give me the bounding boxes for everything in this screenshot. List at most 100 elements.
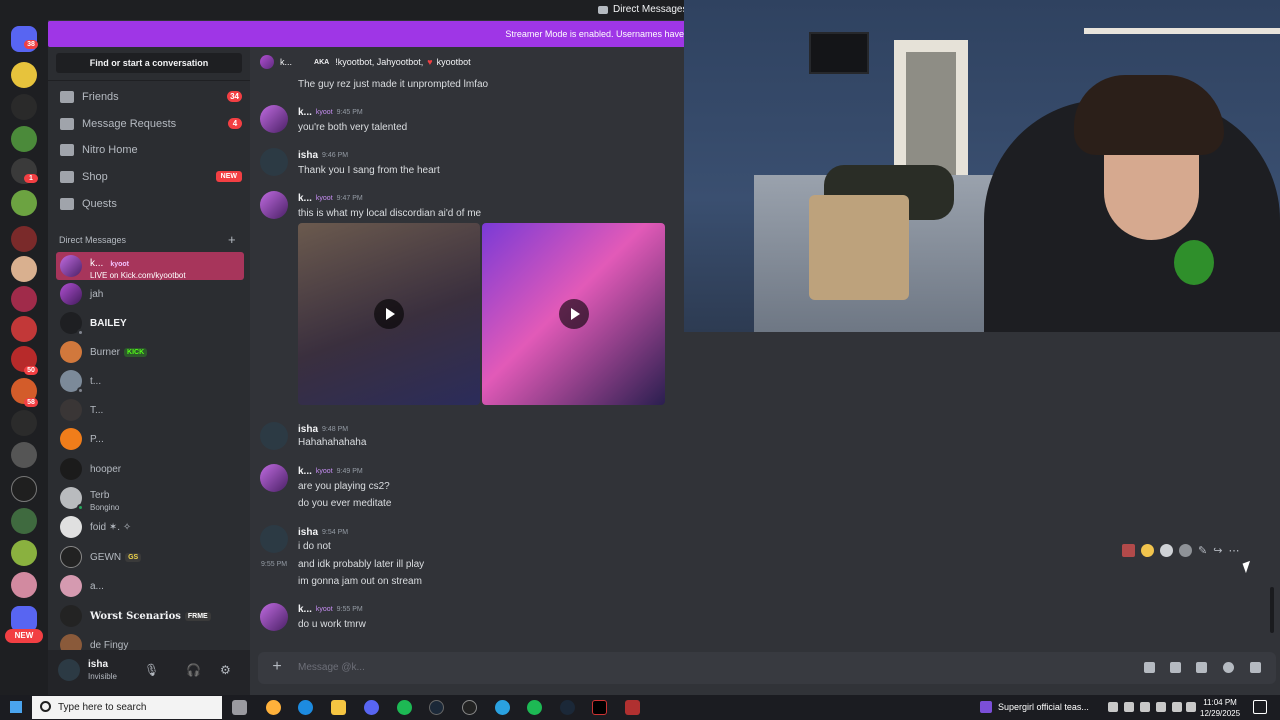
steam-icon[interactable] <box>560 700 575 715</box>
message-header: k... kyoot 9:55 PM <box>298 604 363 615</box>
tray-keyboard-icon[interactable] <box>1186 702 1196 712</box>
server-icon[interactable] <box>11 286 37 312</box>
chrome-icon[interactable] <box>266 700 281 715</box>
dm-item[interactable]: foid ✶. ✧ <box>56 513 244 541</box>
message-composer[interactable]: + Message @k... <box>258 652 1276 684</box>
avatar[interactable] <box>260 422 288 450</box>
new-unreads-pill[interactable]: NEW <box>5 629 43 643</box>
notifications-icon[interactable] <box>1253 700 1267 714</box>
server-icon[interactable] <box>11 572 37 598</box>
avatar[interactable] <box>260 191 288 219</box>
add-attachment-icon[interactable]: + <box>268 658 286 676</box>
server-icon[interactable] <box>11 226 37 252</box>
file-explorer-icon[interactable] <box>331 700 346 715</box>
webcam-microphone <box>1174 240 1214 285</box>
reaction-emoji-icon[interactable] <box>1122 543 1135 557</box>
spotify-icon[interactable] <box>397 700 412 715</box>
video-attachment[interactable] <box>482 223 665 405</box>
nav-nitro-home[interactable]: Nitro Home <box>56 139 244 161</box>
server-icon[interactable] <box>11 442 37 468</box>
headphones-icon[interactable]: 🎧 <box>186 663 201 677</box>
nav-quests[interactable]: Quests <box>56 193 244 215</box>
taskbar-search[interactable]: Type here to search <box>32 696 222 719</box>
obs-icon[interactable] <box>462 700 477 715</box>
server-icon[interactable] <box>11 476 37 502</box>
server-icon[interactable] <box>11 256 37 282</box>
discord-icon[interactable] <box>364 700 379 715</box>
gear-icon[interactable]: ⚙ <box>220 663 231 677</box>
avatar[interactable] <box>260 525 288 553</box>
server-icon[interactable] <box>11 94 37 120</box>
dm-item[interactable]: jah <box>56 280 244 308</box>
nav-friends[interactable]: Friends 34 <box>56 86 244 108</box>
dm-item[interactable]: P... <box>56 425 244 453</box>
server-icon[interactable] <box>11 316 37 342</box>
play-icon[interactable] <box>374 299 404 329</box>
video-attachment[interactable] <box>298 223 480 405</box>
microphone-icon[interactable]: 🎙 <box>144 663 159 677</box>
edge-icon[interactable] <box>298 700 313 715</box>
gif-icon[interactable] <box>1170 662 1181 673</box>
windows-start-icon[interactable] <box>10 701 22 713</box>
dm-item[interactable]: Burner KICK <box>56 338 244 366</box>
gift-icon[interactable] <box>1144 662 1155 673</box>
telegram-icon[interactable] <box>495 700 510 715</box>
steam-icon[interactable] <box>429 700 444 715</box>
server-icon[interactable] <box>11 540 37 566</box>
dm-item[interactable]: Worst Scenarios FRME <box>56 602 244 630</box>
server-icon[interactable] <box>11 126 37 152</box>
laughing-emoji-icon[interactable] <box>1141 543 1154 557</box>
scrollbar[interactable] <box>1270 587 1274 633</box>
avatar[interactable] <box>58 659 80 681</box>
reply-arrow-icon[interactable]: ↪ <box>1213 544 1222 557</box>
tray-mic-icon[interactable] <box>1140 702 1150 712</box>
more-options-icon[interactable]: ⋯ <box>1228 544 1239 557</box>
apps-icon[interactable] <box>1250 662 1261 673</box>
create-dm-plus-icon[interactable]: + <box>228 232 236 247</box>
server-icon[interactable] <box>11 508 37 534</box>
dm-item[interactable]: hooper <box>56 455 244 483</box>
media-now-playing[interactable]: Supergirl official teas... <box>980 701 1089 713</box>
tray-network-icon[interactable] <box>1156 702 1166 712</box>
taskbar-clock[interactable]: 11:04 PM 12/29/2025 <box>1200 697 1240 719</box>
skull-emoji-icon[interactable] <box>1160 543 1173 557</box>
requests-count-badge: 4 <box>228 118 242 129</box>
task-view-icon[interactable] <box>232 700 247 715</box>
dm-item[interactable]: k... kyoot LIVE on Kick.com/kyootbot <box>56 252 244 280</box>
dm-item[interactable]: a... <box>56 572 244 600</box>
avatar <box>60 283 82 305</box>
tray-chevron-icon[interactable] <box>1108 702 1118 712</box>
server-icon[interactable] <box>11 62 37 88</box>
shield-app-icon[interactable] <box>625 700 640 715</box>
dm-item[interactable]: T... <box>56 396 244 424</box>
server-badge: 1 <box>24 174 38 183</box>
avatar[interactable] <box>260 105 288 133</box>
message-input[interactable]: Message @k... <box>298 662 365 673</box>
add-reaction-icon[interactable] <box>1179 543 1192 557</box>
server-icon[interactable] <box>11 190 37 216</box>
nav-message-requests[interactable]: Message Requests 4 <box>56 113 244 135</box>
server-icon[interactable] <box>11 410 37 436</box>
avatar <box>260 55 274 69</box>
aka-last-alias: kyootbot <box>436 57 471 67</box>
kyoot-tag: kyoot <box>315 195 333 202</box>
app-icon[interactable] <box>592 700 607 715</box>
message-hover-toolbar: ✎ ↪ ⋯ <box>1122 543 1239 557</box>
dm-item[interactable]: BAILEY <box>56 309 244 337</box>
avatar[interactable] <box>260 603 288 631</box>
edit-pencil-icon[interactable]: ✎ <box>1198 544 1207 557</box>
dm-item[interactable]: de Fingy <box>56 631 244 650</box>
find-conversation-button[interactable]: Find or start a conversation <box>56 53 242 73</box>
dm-item[interactable]: t... <box>56 367 244 395</box>
tray-app-icon[interactable] <box>1124 702 1134 712</box>
avatar[interactable] <box>260 148 288 176</box>
avatar[interactable] <box>260 464 288 492</box>
nav-shop[interactable]: Shop NEW <box>56 166 244 188</box>
spotify-icon[interactable] <box>527 700 542 715</box>
play-icon[interactable] <box>558 299 589 329</box>
emoji-icon[interactable] <box>1223 662 1234 673</box>
sticker-icon[interactable] <box>1196 662 1207 673</box>
tray-volume-icon[interactable] <box>1172 702 1182 712</box>
dm-item[interactable]: GEWN GS <box>56 543 244 571</box>
dm-item[interactable]: Terb Bongino <box>56 484 244 512</box>
